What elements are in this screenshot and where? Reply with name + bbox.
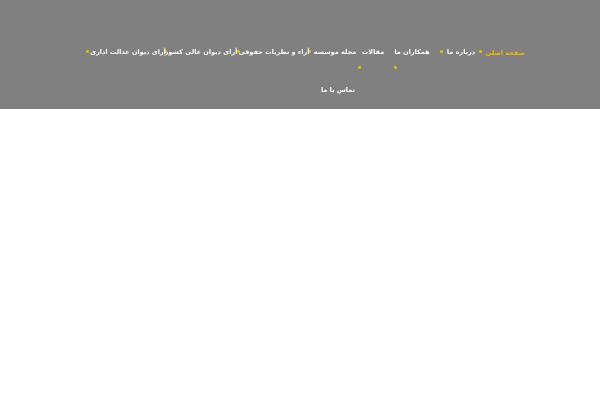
- nav-separator-dot: [86, 50, 89, 53]
- page-content: [0, 109, 600, 400]
- nav-item-home[interactable]: صفحه اصلی: [485, 48, 525, 58]
- nav-separator-dot: [394, 66, 397, 69]
- nav-item-supreme-court-rulings[interactable]: آرای دیوان عالی کشور: [165, 47, 238, 57]
- nav-separator-dot: [440, 50, 443, 53]
- nav-item-articles[interactable]: مقالات: [362, 47, 385, 57]
- nav-item-administrative-court-rulings[interactable]: آرای دیوان عدالت اداری: [90, 47, 166, 57]
- nav-item-contact[interactable]: تماس با ما: [321, 85, 355, 95]
- nav-separator-dot: [358, 66, 361, 69]
- nav-item-colleagues[interactable]: همکاران ما: [394, 47, 429, 57]
- site-header: صفحه اصلی درباره ما همکاران ما مقالات مج…: [0, 0, 600, 109]
- nav-item-magazine[interactable]: مجله موسسه: [314, 47, 357, 57]
- nav-separator-dot: [479, 50, 482, 53]
- nav-item-legal-opinions[interactable]: آراء و نظریات حقوقی: [239, 47, 310, 57]
- nav-item-about[interactable]: درباره ما: [447, 47, 475, 57]
